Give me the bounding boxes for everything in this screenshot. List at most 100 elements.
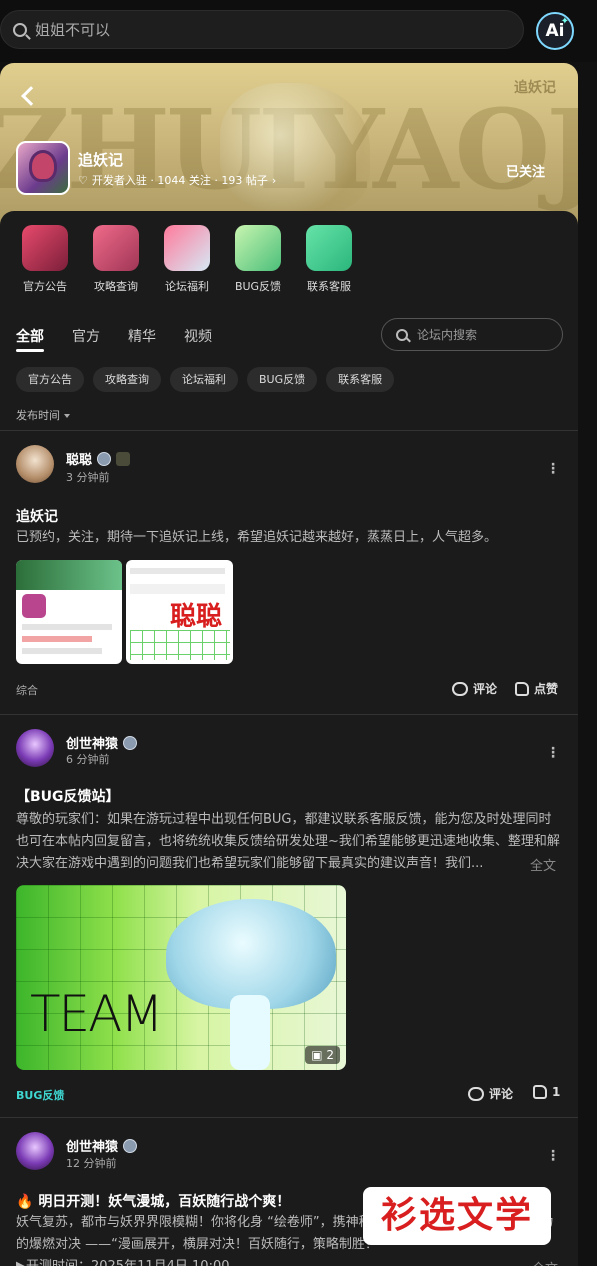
full-text-link[interactable]: 全文 [532,1258,558,1266]
shortcut-guide[interactable]: 攻略查询 [86,225,146,294]
shortcut-official[interactable]: 官方公告 [15,225,75,294]
full-text-link[interactable]: 全文 [526,855,557,874]
shortcut-icon [93,225,139,271]
shortcut-label: 官方公告 [23,280,67,293]
sparkle-icon: ✦ [560,16,569,27]
shortcut-bug[interactable]: BUG反馈 [228,225,288,294]
caret-down-icon [64,414,70,418]
post-title: 🔥 明日开测！妖气漫城，百妖随行战个爽！ [16,1191,290,1211]
more-options-icon[interactable]: ⋮ [546,462,560,476]
image-creature-stem [230,995,270,1070]
shortcut-label: BUG反馈 [234,280,282,293]
heart-icon: ♡ [78,173,88,187]
like-button[interactable]: 1 [533,1085,560,1099]
shortcut-icon [235,225,281,271]
thumbs-up-icon [533,1085,547,1099]
avatar[interactable] [16,1132,54,1170]
like-label: 点赞 [534,682,559,696]
chip-welfare[interactable]: 论坛福利 [170,367,238,392]
verified-badge-icon [123,735,138,750]
fire-icon: 🔥 [16,1194,34,1210]
post-title: 【BUG反馈站】 [16,789,120,805]
chip-official[interactable]: 官方公告 [16,367,84,392]
post-image[interactable]: 聪聪 [126,560,233,664]
shortcut-label: 攻略查询 [94,280,138,293]
forum-search-placeholder: 论坛内搜索 [417,328,478,342]
banner-creature-art [220,83,370,213]
avatar[interactable] [16,445,54,483]
post-body: 尊敬的玩家们：如果在游玩过程中出现任何BUG，都建议联系客服反馈，能为您及时处理… [16,809,564,875]
chip-bug[interactable]: BUG反馈 [247,367,318,392]
tab-bar: 全部 官方 精华 视频 [16,326,212,352]
post-time: 3 分钟前 [66,471,110,484]
post-body-text: 尊敬的玩家们：如果在游玩过程中出现任何BUG，都建议联系客服反馈，能为您及时处理… [16,812,560,871]
post-image[interactable]: TEAM ▣ 2 [16,885,346,1070]
search-icon [13,22,27,37]
sort-label: 发布时间 [16,409,60,422]
post-author[interactable]: 创世神猿 [66,733,138,752]
level-badge-icon [116,451,131,466]
shortcut-icon [306,225,352,271]
watermark-badge: 衫选文学 [363,1187,551,1245]
image-count: 2 [326,1048,334,1062]
search-input[interactable]: 姐姐不可以 [0,10,524,49]
shortcut-icon [22,225,68,271]
post-author[interactable]: 创世神猿 [66,1136,138,1155]
follow-button[interactable]: 已关注 [506,161,545,180]
game-meta[interactable]: ♡ 开发者入驻 · 1044 关注 · 193 帖子 › [78,172,276,188]
forum-search-input[interactable]: 论坛内搜索 [381,318,563,351]
shortcut-icon [164,225,210,271]
shortcut-row: 官方公告 攻略查询 论坛福利 BUG反馈 联系客服 [0,225,578,305]
sort-dropdown[interactable]: 发布时间 [16,407,70,423]
game-name: 追妖记 [78,151,124,169]
image-count-badge: ▣ 2 [305,1046,340,1064]
post-title: 追妖记 [16,509,58,525]
divider [0,714,578,715]
post-body: 已预约，关注，期待一下追妖记上线，希望追妖记越来越好，蒸蒸日上，人气超多。 [16,530,498,545]
author-name: 创世神猿 [66,1140,119,1155]
search-placeholder: 姐姐不可以 [35,21,111,39]
game-meta-text: 开发者入驻 · 1044 关注 · 193 帖子 [91,174,268,187]
divider [0,430,578,431]
post-category[interactable]: BUG反馈 [16,1087,64,1103]
post-body-extra: ▶开测时间：2025年11月4日 10:00 [16,1256,564,1266]
comment-label: 评论 [489,1087,514,1101]
tab-official[interactable]: 官方 [72,326,100,346]
post-image[interactable] [16,560,122,664]
chevron-right-icon: › [271,173,277,187]
tab-featured[interactable]: 精华 [128,326,156,346]
verified-badge-icon [97,451,112,466]
chip-guide[interactable]: 攻略查询 [93,367,161,392]
image-overlay-text: 聪聪 [170,602,223,632]
post-time: 6 分钟前 [66,753,110,766]
author-name: 聪聪 [66,453,93,468]
post-time: 12 分钟前 [66,1157,117,1170]
image-caption: TEAM [30,985,163,1043]
tab-all[interactable]: 全部 [16,326,44,352]
post-category[interactable]: 综合 [16,682,38,698]
ai-assistant-button[interactable]: Ai ✦ [536,12,574,50]
more-options-icon[interactable]: ⋮ [546,1149,560,1163]
comment-icon [452,681,468,696]
verified-badge-icon [123,1138,138,1153]
like-count: 1 [552,1085,561,1099]
more-options-icon[interactable]: ⋮ [546,746,560,760]
divider [0,1117,578,1118]
post-author[interactable]: 聪聪 [66,449,131,468]
shortcut-support[interactable]: 联系客服 [299,225,359,294]
author-name: 创世神猿 [66,737,119,752]
top-bar: 姐姐不可以 Ai ✦ [0,0,597,62]
comment-label: 评论 [473,682,498,696]
chip-support[interactable]: 联系客服 [326,367,395,392]
game-icon[interactable] [16,141,70,195]
avatar[interactable] [16,729,54,767]
tab-video[interactable]: 视频 [184,326,212,346]
forum-panel: 官方公告 攻略查询 论坛福利 BUG反馈 联系客服 全部 官方 精华 视频 论坛… [0,211,578,1266]
like-button[interactable]: 点赞 [515,680,558,697]
comment-button[interactable]: 评论 [468,1085,513,1102]
shortcut-label: 论坛福利 [165,280,209,293]
search-icon [396,328,408,341]
shortcut-welfare[interactable]: 论坛福利 [157,225,217,294]
comment-button[interactable]: 评论 [452,680,497,697]
post-title-text: 明日开测！妖气漫城，百妖随行战个爽！ [38,1194,291,1210]
